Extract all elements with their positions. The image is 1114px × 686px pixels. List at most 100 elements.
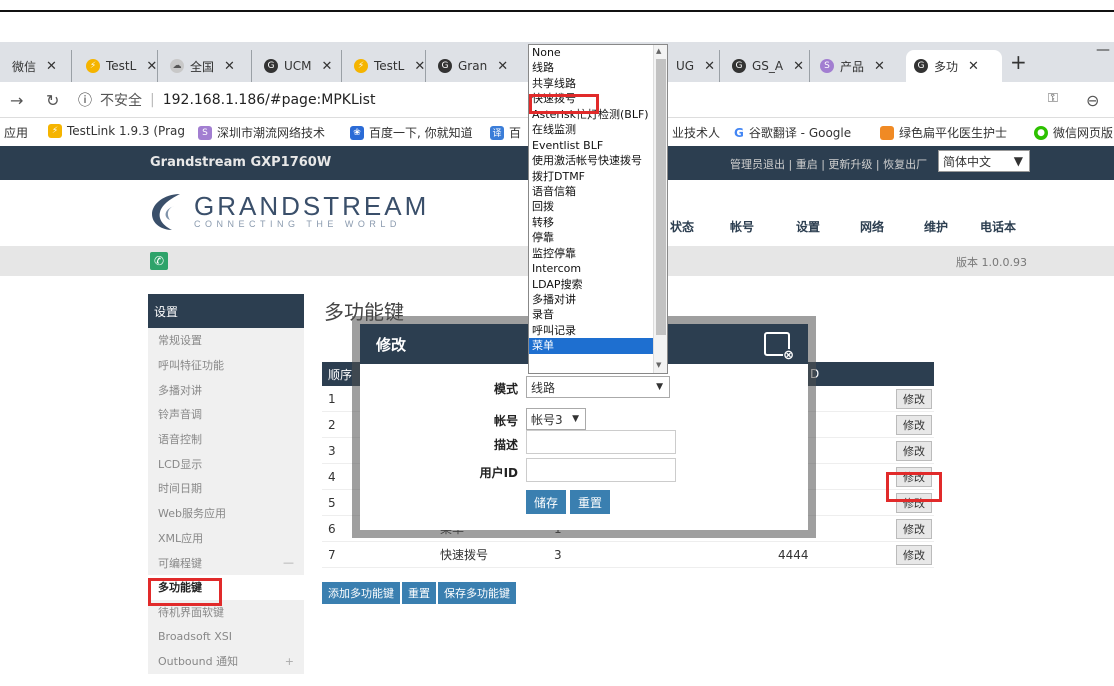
edit-button[interactable]: 修改 xyxy=(896,441,932,461)
nav-maintenance[interactable]: 维护 xyxy=(924,218,948,235)
dropdown-option-selected[interactable]: 菜单 xyxy=(529,338,667,354)
dropdown-option[interactable]: 多播对讲 xyxy=(529,292,667,307)
sidebar-item-lcd[interactable]: LCD显示 xyxy=(148,451,304,476)
dropdown-option[interactable]: 监控停靠 xyxy=(529,246,667,261)
bookmark-item[interactable]: 绿色扁平化医生护士 xyxy=(880,124,1007,141)
bookmark-item[interactable]: 业技术人 xyxy=(672,124,720,141)
bookmark-item[interactable]: S 深圳市潮流网络技术 xyxy=(198,124,325,141)
nav-network[interactable]: 网络 xyxy=(860,218,884,235)
dropdown-option[interactable]: Eventlist BLF xyxy=(529,138,667,153)
description-input[interactable] xyxy=(526,430,676,454)
blog-icon: ☁ xyxy=(170,59,184,73)
scroll-down-icon[interactable]: ▼ xyxy=(656,361,661,369)
dropdown-option[interactable]: None xyxy=(529,45,667,60)
minimize-button[interactable]: — xyxy=(1096,42,1110,58)
account-select[interactable]: 帐号3 ▼ xyxy=(526,408,586,430)
edit-button[interactable]: 修改 xyxy=(896,415,932,435)
edit-button[interactable]: 修改 xyxy=(896,545,932,565)
scroll-up-icon[interactable]: ▲ xyxy=(656,47,661,55)
dropdown-option[interactable]: 使用激活帐号快速拨号 xyxy=(529,153,667,168)
sidebar-item-broadsoft[interactable]: Broadsoft XSI xyxy=(148,624,304,649)
sidebar-item-call-features[interactable]: 呼叫特征功能 xyxy=(148,353,304,378)
scrollbar-thumb[interactable] xyxy=(656,59,666,335)
translate-icon: 译 xyxy=(490,125,504,140)
sidebar-item-xml[interactable]: XML应用 xyxy=(148,526,304,551)
browser-tab[interactable]: UG ✕ xyxy=(668,50,720,82)
key-icon[interactable]: ⚿ xyxy=(1048,91,1058,106)
sidebar-item-datetime[interactable]: 时间日期 xyxy=(148,476,304,501)
forward-icon[interactable]: → xyxy=(10,91,23,110)
browser-tab[interactable]: G GS_A ✕ xyxy=(724,50,810,82)
mode-select[interactable]: 线路 ▼ xyxy=(526,376,670,398)
close-icon[interactable]: ✕ xyxy=(874,59,885,74)
close-icon[interactable]: ✕ xyxy=(146,59,157,74)
browser-tab[interactable]: G Gran ✕ xyxy=(430,50,526,82)
dropdown-scrollbar[interactable]: ▲ ▼ xyxy=(653,45,667,373)
close-icon[interactable]: ✕ xyxy=(224,59,235,74)
reload-icon[interactable]: ↻ xyxy=(46,91,59,110)
bookmark-item[interactable]: ⚡ TestLink 1.9.3 (Prag xyxy=(48,124,185,138)
dropdown-option[interactable]: Intercom xyxy=(529,261,667,276)
dropdown-option[interactable]: 拨打DTMF xyxy=(529,169,667,184)
bookmark-item[interactable]: 译百 xyxy=(490,124,521,141)
edit-button[interactable]: 修改 xyxy=(896,519,932,539)
browser-tab[interactable]: 微信 ✕ xyxy=(4,50,72,82)
zoom-icon[interactable]: ⊖ xyxy=(1086,91,1099,110)
sidebar-item-ringtone[interactable]: 铃声音调 xyxy=(148,402,304,427)
close-icon[interactable]: ✕ xyxy=(46,59,57,74)
browser-tab[interactable]: G UCM ✕ xyxy=(256,50,342,82)
dropdown-option[interactable]: 语音信箱 xyxy=(529,184,667,199)
new-tab-button[interactable]: + xyxy=(1010,50,1027,74)
bookmark-item[interactable]: ● 微信网页版 xyxy=(1034,124,1113,141)
reset-button[interactable]: 重置 xyxy=(402,582,436,604)
sidebar-item-multicast[interactable]: 多播对讲 xyxy=(148,377,304,402)
modal-reset-button[interactable]: 重置 xyxy=(570,490,611,514)
dropdown-option[interactable]: 回拨 xyxy=(529,199,667,214)
sidebar-item-general[interactable]: 常规设置 xyxy=(148,328,304,353)
sidebar-item-outbound[interactable]: Outbound 通知 + xyxy=(148,649,304,674)
close-icon[interactable]: ✕ xyxy=(793,59,804,74)
browser-tab[interactable]: S 产品 ✕ xyxy=(812,50,902,82)
language-select[interactable]: 简体中文 ▼ xyxy=(938,150,1030,172)
tab-label: UCM xyxy=(284,59,312,73)
bookmark-item[interactable]: ❀ 百度一下, 你就知道 xyxy=(350,124,473,141)
close-icon[interactable]: ✕ xyxy=(322,59,333,74)
sidebar-item-programmable-keys[interactable]: 可编程键 — xyxy=(148,550,304,575)
nav-settings[interactable]: 设置 xyxy=(796,218,820,235)
dropdown-option[interactable]: 共享线路 xyxy=(529,76,667,91)
close-icon[interactable]: ✕ xyxy=(497,59,508,74)
expand-icon[interactable]: + xyxy=(285,655,294,668)
add-mpk-button[interactable]: 添加多功能键 xyxy=(322,582,400,604)
dropdown-option[interactable]: 在线监测 xyxy=(529,122,667,137)
userid-input[interactable] xyxy=(526,458,676,482)
dropdown-option[interactable]: 转移 xyxy=(529,215,667,230)
dropdown-option[interactable]: 录音 xyxy=(529,307,667,322)
dropdown-option[interactable]: LDAP搜索 xyxy=(529,277,667,292)
info-icon[interactable]: ⓘ xyxy=(78,90,92,110)
browser-tab[interactable]: ⚡ TestL ✕ xyxy=(346,50,426,82)
sidebar-item-web-services[interactable]: Web服务应用 xyxy=(148,501,304,526)
url-text[interactable]: 192.168.1.186/#page:MPKList xyxy=(163,92,376,108)
save-mpk-button[interactable]: 保存多功能键 xyxy=(438,582,516,604)
bookmark-apps[interactable]: 应用 xyxy=(4,124,28,141)
collapse-icon[interactable]: — xyxy=(283,556,294,569)
dropdown-option[interactable]: 停靠 xyxy=(529,230,667,245)
close-icon[interactable]: ✕ xyxy=(704,59,715,74)
bookmark-item[interactable]: G 谷歌翻译 - Google xyxy=(734,124,851,141)
modal-save-button[interactable]: 储存 xyxy=(526,490,567,514)
nav-account[interactable]: 帐号 xyxy=(730,218,754,235)
dropdown-option[interactable]: 呼叫记录 xyxy=(529,323,667,338)
close-icon[interactable]: ✕ xyxy=(968,59,979,74)
sidebar-item-label: 待机界面软键 xyxy=(158,605,224,619)
close-icon[interactable]: ✕ xyxy=(414,59,425,74)
dropdown-option[interactable]: 线路 xyxy=(529,60,667,75)
nav-status[interactable]: 状态 xyxy=(670,218,694,235)
browser-tab[interactable]: ⚡ TestL ✕ xyxy=(78,50,158,82)
top-actions[interactable]: 管理员退出 | 重启 | 更新升级 | 恢复出厂 xyxy=(730,156,927,172)
browser-tab-active[interactable]: G 多功 ✕ xyxy=(906,50,1002,82)
close-icon[interactable] xyxy=(764,332,794,362)
edit-button[interactable]: 修改 xyxy=(896,389,932,409)
nav-phonebook[interactable]: 电话本 xyxy=(980,218,1016,235)
sidebar-item-audio[interactable]: 语音控制 xyxy=(148,427,304,452)
browser-tab[interactable]: ☁ 全国 ✕ xyxy=(162,50,252,82)
